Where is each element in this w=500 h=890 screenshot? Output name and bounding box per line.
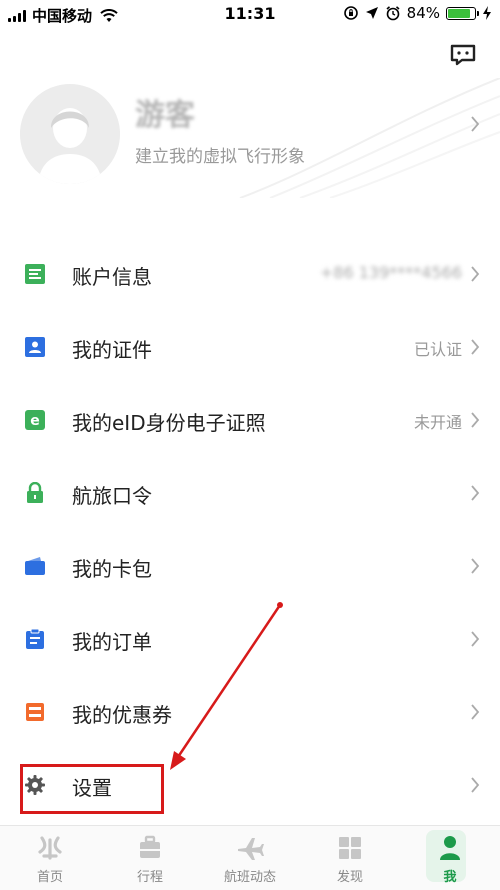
tab-flight-status[interactable]: 航班动态: [200, 826, 300, 890]
home-icon: [38, 836, 62, 860]
menu-item-travel-passcode[interactable]: 航旅口令: [0, 456, 500, 529]
profile-subtitle: 建立我的虚拟飞行形象: [135, 147, 305, 167]
chevron-right-icon: [471, 266, 480, 282]
decorative-swoosh: [239, 78, 500, 198]
menu-item-my-coupons[interactable]: 我的优惠券: [0, 675, 500, 748]
tab-bar: 首页 行程 航班动态 发现 我: [0, 825, 500, 890]
avatar-person-icon: [20, 84, 120, 184]
profile-name: 游客: [135, 98, 195, 133]
tab-label: 行程: [136, 870, 163, 885]
chevron-right-icon: [471, 116, 480, 132]
orders-icon: [26, 628, 44, 649]
chevron-right-icon: [471, 558, 480, 574]
battery-percent: 84%: [406, 4, 440, 22]
chevron-right-icon: [471, 339, 480, 355]
plane-icon: [238, 838, 264, 860]
chevron-right-icon: [471, 777, 480, 793]
svg-text:e: e: [30, 413, 40, 429]
tab-label: 首页: [36, 870, 63, 885]
menu-item-account-info[interactable]: 账户信息 +86 139****4566: [0, 237, 500, 310]
tab-me[interactable]: 我: [400, 826, 500, 890]
menu-label: 账户信息: [72, 265, 152, 289]
charging-icon: [483, 6, 491, 20]
menu-item-card-wallet[interactable]: 我的卡包: [0, 529, 500, 602]
tab-home[interactable]: 首页: [0, 826, 100, 890]
coupon-icon: [26, 703, 44, 721]
tab-trip[interactable]: 行程: [100, 826, 200, 890]
menu-label: 我的证件: [72, 338, 152, 362]
tab-label: 航班动态: [223, 870, 276, 885]
profile-header[interactable]: 游客 建立我的虚拟飞行形象: [0, 78, 500, 198]
status-right: 84%: [343, 4, 492, 22]
menu-item-my-orders[interactable]: 我的订单: [0, 602, 500, 675]
message-icon[interactable]: [450, 44, 476, 66]
lock-icon: [27, 482, 43, 503]
alarm-icon: [386, 6, 400, 21]
status-bar: 中国移动 11:31 84%: [0, 0, 500, 30]
chevron-right-icon: [471, 485, 480, 501]
menu-label: 我的订单: [72, 630, 152, 654]
menu-value: +86 139****4566: [319, 263, 462, 282]
menu-label: 航旅口令: [72, 484, 152, 508]
menu-value: 已认证: [413, 340, 462, 359]
rotation-lock-icon: [343, 6, 358, 20]
menu-item-my-documents[interactable]: 我的证件 已认证: [0, 310, 500, 383]
menu-label: 我的优惠券: [72, 703, 172, 727]
chevron-right-icon: [471, 704, 480, 720]
eid-icon: e: [25, 410, 45, 430]
tab-label: 发现: [336, 870, 363, 885]
tab-discover[interactable]: 发现: [300, 826, 400, 890]
chevron-right-icon: [471, 412, 480, 428]
chevron-right-icon: [471, 631, 480, 647]
battery-icon: [446, 6, 479, 20]
trip-icon: [140, 835, 160, 858]
menu-value: 未开通: [413, 413, 462, 432]
menu-item-eid[interactable]: e 我的eID身份电子证照 未开通: [0, 383, 500, 456]
me-icon: [440, 836, 460, 860]
annotation-highlight-box: [20, 764, 164, 814]
menu-label: 我的卡包: [72, 557, 152, 581]
id-card-icon: [25, 337, 45, 357]
account-info-icon: [25, 264, 45, 284]
menu-label: 我的eID身份电子证照: [72, 411, 266, 435]
discover-icon: [339, 837, 361, 859]
tab-label: 我: [443, 870, 457, 885]
avatar[interactable]: [20, 84, 120, 184]
menu-list: 账户信息 +86 139****4566 我的证件 已认证 e 我的eID身份电…: [0, 237, 500, 821]
card-wallet-icon: [25, 557, 45, 575]
location-icon: [365, 7, 378, 19]
